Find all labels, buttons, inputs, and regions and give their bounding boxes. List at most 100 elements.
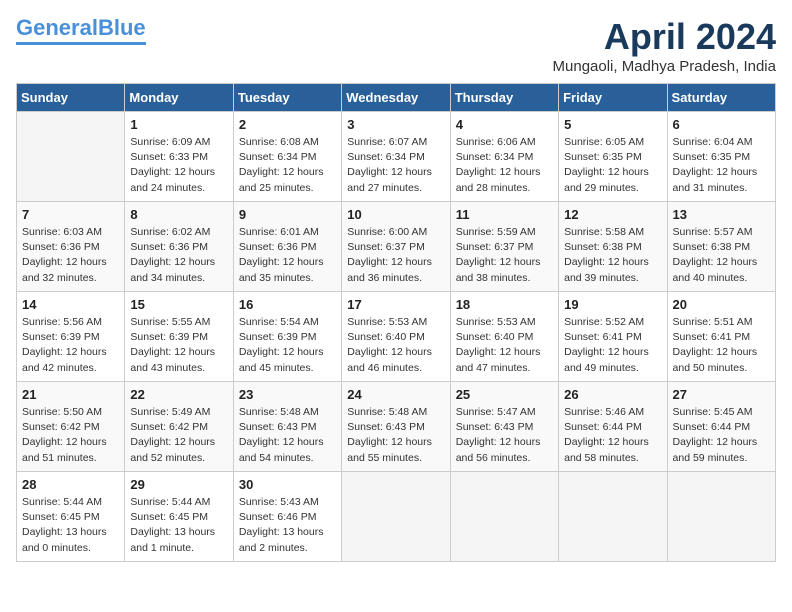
- day-number: 14: [22, 296, 119, 315]
- day-number: 28: [22, 476, 119, 495]
- calendar-cell: 7Sunrise: 6:03 AM Sunset: 6:36 PM Daylig…: [17, 202, 125, 292]
- calendar-cell: 15Sunrise: 5:55 AM Sunset: 6:39 PM Dayli…: [125, 292, 233, 382]
- day-number: 11: [456, 206, 553, 225]
- cell-content: Sunrise: 6:01 AM Sunset: 6:36 PM Dayligh…: [239, 225, 336, 286]
- logo-text: GeneralBlue: [16, 16, 146, 40]
- calendar-cell: 5Sunrise: 6:05 AM Sunset: 6:35 PM Daylig…: [559, 112, 667, 202]
- cell-content: Sunrise: 5:51 AM Sunset: 6:41 PM Dayligh…: [673, 315, 770, 376]
- calendar-cell: 9Sunrise: 6:01 AM Sunset: 6:36 PM Daylig…: [233, 202, 341, 292]
- calendar-cell: 25Sunrise: 5:47 AM Sunset: 6:43 PM Dayli…: [450, 382, 558, 472]
- cell-content: Sunrise: 5:48 AM Sunset: 6:43 PM Dayligh…: [347, 405, 444, 466]
- cell-content: Sunrise: 5:52 AM Sunset: 6:41 PM Dayligh…: [564, 315, 661, 376]
- day-header-tuesday: Tuesday: [233, 84, 341, 112]
- day-number: 22: [130, 386, 227, 405]
- day-number: 23: [239, 386, 336, 405]
- calendar-cell: 23Sunrise: 5:48 AM Sunset: 6:43 PM Dayli…: [233, 382, 341, 472]
- cell-content: Sunrise: 5:49 AM Sunset: 6:42 PM Dayligh…: [130, 405, 227, 466]
- calendar-cell: [342, 472, 450, 562]
- cell-content: Sunrise: 5:46 AM Sunset: 6:44 PM Dayligh…: [564, 405, 661, 466]
- week-row-5: 28 Sunrise: 5:44 AM Sunset: 6:45 PM Dayli…: [17, 472, 776, 562]
- cell-content: Sunrise: 6:06 AM Sunset: 6:34 PM Dayligh…: [456, 135, 553, 196]
- day-number: 17: [347, 296, 444, 315]
- cell-content: Sunrise: 5:53 AM Sunset: 6:40 PM Dayligh…: [456, 315, 553, 376]
- cell-content: Sunrise: 5:59 AM Sunset: 6:37 PM Dayligh…: [456, 225, 553, 286]
- cell-content: Sunrise: 5:58 AM Sunset: 6:38 PM Dayligh…: [564, 225, 661, 286]
- logo-general: General: [16, 15, 98, 40]
- day-number: 9: [239, 206, 336, 225]
- day-number: 5: [564, 116, 661, 135]
- cell-content: Sunrise: 5:53 AM Sunset: 6:40 PM Dayligh…: [347, 315, 444, 376]
- calendar-cell: 28Sunrise: 5:44 AM Sunset: 6:45 PM Dayli…: [17, 472, 125, 562]
- day-number: 27: [673, 386, 770, 405]
- cell-content: Sunrise: 6:00 AM Sunset: 6:37 PM Dayligh…: [347, 225, 444, 286]
- day-number: 3: [347, 116, 444, 135]
- day-number: 18: [456, 296, 553, 315]
- page-header: GeneralBlue April 2024 Mungaoli, Madhya …: [16, 16, 776, 75]
- calendar-cell: 11Sunrise: 5:59 AM Sunset: 6:37 PM Dayli…: [450, 202, 558, 292]
- cell-content: Sunrise: 5:55 AM Sunset: 6:39 PM Dayligh…: [130, 315, 227, 376]
- cell-content: Sunrise: 6:05 AM Sunset: 6:35 PM Dayligh…: [564, 135, 661, 196]
- calendar-cell: 29Sunrise: 5:44 AM Sunset: 6:45 PM Dayli…: [125, 472, 233, 562]
- day-number: 13: [673, 206, 770, 225]
- week-row-3: 14Sunrise: 5:56 AM Sunset: 6:39 PM Dayli…: [17, 292, 776, 382]
- logo: GeneralBlue: [16, 16, 146, 45]
- title-section: April 2024 Mungaoli, Madhya Pradesh, Ind…: [553, 16, 776, 75]
- week-row-4: 21Sunrise: 5:50 AM Sunset: 6:42 PM Dayli…: [17, 382, 776, 472]
- calendar-cell: [17, 112, 125, 202]
- calendar-cell: 17Sunrise: 5:53 AM Sunset: 6:40 PM Dayli…: [342, 292, 450, 382]
- calendar-cell: 18Sunrise: 5:53 AM Sunset: 6:40 PM Dayli…: [450, 292, 558, 382]
- day-header-friday: Friday: [559, 84, 667, 112]
- cell-content: Sunrise: 6:07 AM Sunset: 6:34 PM Dayligh…: [347, 135, 444, 196]
- calendar-cell: 8Sunrise: 6:02 AM Sunset: 6:36 PM Daylig…: [125, 202, 233, 292]
- calendar-cell: 19Sunrise: 5:52 AM Sunset: 6:41 PM Dayli…: [559, 292, 667, 382]
- calendar-cell: 2Sunrise: 6:08 AM Sunset: 6:34 PM Daylig…: [233, 112, 341, 202]
- calendar-table: SundayMondayTuesdayWednesdayThursdayFrid…: [16, 83, 776, 562]
- calendar-cell: 3Sunrise: 6:07 AM Sunset: 6:34 PM Daylig…: [342, 112, 450, 202]
- cell-content: Sunrise: 6:08 AM Sunset: 6:34 PM Dayligh…: [239, 135, 336, 196]
- cell-content: Sunrise: 5:45 AM Sunset: 6:44 PM Dayligh…: [673, 405, 770, 466]
- day-number: 8: [130, 206, 227, 225]
- day-number: 4: [456, 116, 553, 135]
- calendar-cell: 21Sunrise: 5:50 AM Sunset: 6:42 PM Dayli…: [17, 382, 125, 472]
- calendar-cell: 20Sunrise: 5:51 AM Sunset: 6:41 PM Dayli…: [667, 292, 775, 382]
- day-number: 12: [564, 206, 661, 225]
- day-number: 24: [347, 386, 444, 405]
- cell-content: Sunrise: 5:44 AM Sunset: 6:45 PM Dayligh…: [130, 495, 227, 556]
- day-number: 10: [347, 206, 444, 225]
- calendar-cell: 12Sunrise: 5:58 AM Sunset: 6:38 PM Dayli…: [559, 202, 667, 292]
- day-number: 25: [456, 386, 553, 405]
- cell-content: Sunrise: 6:04 AM Sunset: 6:35 PM Dayligh…: [673, 135, 770, 196]
- cell-content: Sunrise: 6:03 AM Sunset: 6:36 PM Dayligh…: [22, 225, 119, 286]
- day-header-monday: Monday: [125, 84, 233, 112]
- day-header-wednesday: Wednesday: [342, 84, 450, 112]
- day-number: 1: [130, 116, 227, 135]
- calendar-cell: 24Sunrise: 5:48 AM Sunset: 6:43 PM Dayli…: [342, 382, 450, 472]
- calendar-cell: 1Sunrise: 6:09 AM Sunset: 6:33 PM Daylig…: [125, 112, 233, 202]
- week-row-1: 1Sunrise: 6:09 AM Sunset: 6:33 PM Daylig…: [17, 112, 776, 202]
- location: Mungaoli, Madhya Pradesh, India: [553, 58, 776, 75]
- day-number: 15: [130, 296, 227, 315]
- calendar-header-row: SundayMondayTuesdayWednesdayThursdayFrid…: [17, 84, 776, 112]
- day-header-saturday: Saturday: [667, 84, 775, 112]
- day-header-thursday: Thursday: [450, 84, 558, 112]
- day-number: 29: [130, 476, 227, 495]
- day-number: 20: [673, 296, 770, 315]
- calendar-cell: 22Sunrise: 5:49 AM Sunset: 6:42 PM Dayli…: [125, 382, 233, 472]
- calendar-cell: [450, 472, 558, 562]
- logo-underline: [16, 42, 146, 45]
- cell-content: Sunrise: 5:54 AM Sunset: 6:39 PM Dayligh…: [239, 315, 336, 376]
- calendar-cell: 14Sunrise: 5:56 AM Sunset: 6:39 PM Dayli…: [17, 292, 125, 382]
- day-number: 7: [22, 206, 119, 225]
- day-number: 16: [239, 296, 336, 315]
- calendar-cell: [667, 472, 775, 562]
- cell-content: Sunrise: 5:57 AM Sunset: 6:38 PM Dayligh…: [673, 225, 770, 286]
- cell-content: Sunrise: 6:02 AM Sunset: 6:36 PM Dayligh…: [130, 225, 227, 286]
- day-number: 26: [564, 386, 661, 405]
- day-number: 19: [564, 296, 661, 315]
- cell-content: Sunrise: 5:47 AM Sunset: 6:43 PM Dayligh…: [456, 405, 553, 466]
- calendar-cell: 30Sunrise: 5:43 AM Sunset: 6:46 PM Dayli…: [233, 472, 341, 562]
- day-header-sunday: Sunday: [17, 84, 125, 112]
- day-number: 6: [673, 116, 770, 135]
- logo-blue: Blue: [98, 15, 146, 40]
- week-row-2: 7Sunrise: 6:03 AM Sunset: 6:36 PM Daylig…: [17, 202, 776, 292]
